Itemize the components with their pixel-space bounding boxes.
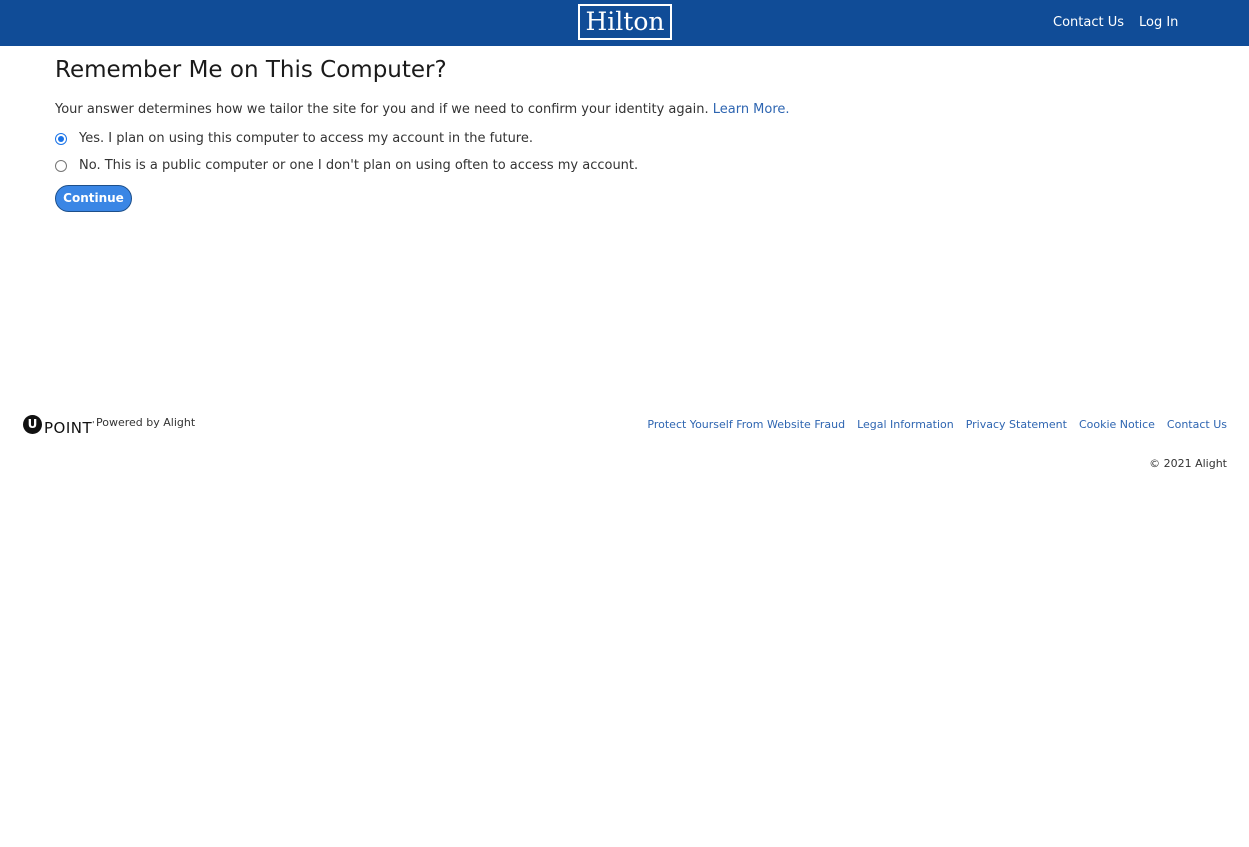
upoint-u-circle-icon: U [23,415,42,434]
copyright: © 2021 Alight [1149,457,1227,470]
page-title: Remember Me on This Computer? [55,57,447,83]
intro-text: Your answer determines how we tailor the… [55,101,790,118]
footer-links: Protect Yourself From Website Fraud Legal… [635,418,1227,432]
option-no-radio[interactable] [55,160,67,172]
upoint-wordmark: POINT' [44,419,95,437]
hilton-logo[interactable]: Hilton [578,4,672,40]
option-yes-label[interactable]: Yes. I plan on using this computer to ac… [79,131,533,147]
footer-link-contact[interactable]: Contact Us [1167,418,1227,431]
option-yes-radio[interactable] [55,133,67,145]
intro-description: Your answer determines how we tailor the… [55,102,709,117]
header-log-in-link[interactable]: Log In [1139,14,1178,31]
powered-by-text: Powered by Alight [96,416,196,429]
footer-link-privacy[interactable]: Privacy Statement [966,418,1067,431]
footer-link-fraud[interactable]: Protect Yourself From Website Fraud [647,418,845,431]
footer-link-legal[interactable]: Legal Information [857,418,954,431]
top-header: Hilton Contact Us Log In [0,0,1249,46]
learn-more-link[interactable]: Learn More. [713,102,790,117]
continue-button[interactable]: Continue [55,185,132,212]
option-no-label[interactable]: No. This is a public computer or one I d… [79,158,638,174]
header-contact-us-link[interactable]: Contact Us [1053,14,1124,31]
footer-link-cookie[interactable]: Cookie Notice [1079,418,1155,431]
